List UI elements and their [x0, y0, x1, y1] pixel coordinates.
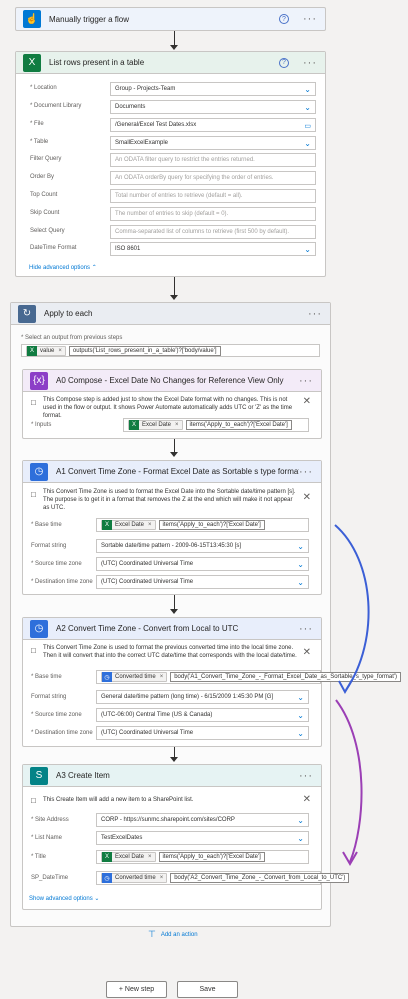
annotation-arrowhead-blue	[338, 679, 353, 695]
annotation-arrowhead-purple	[342, 851, 358, 866]
annotation-curve-purple	[335, 699, 363, 863]
annotation-overlay	[334, 524, 370, 866]
annotation-curve-blue	[334, 524, 370, 691]
